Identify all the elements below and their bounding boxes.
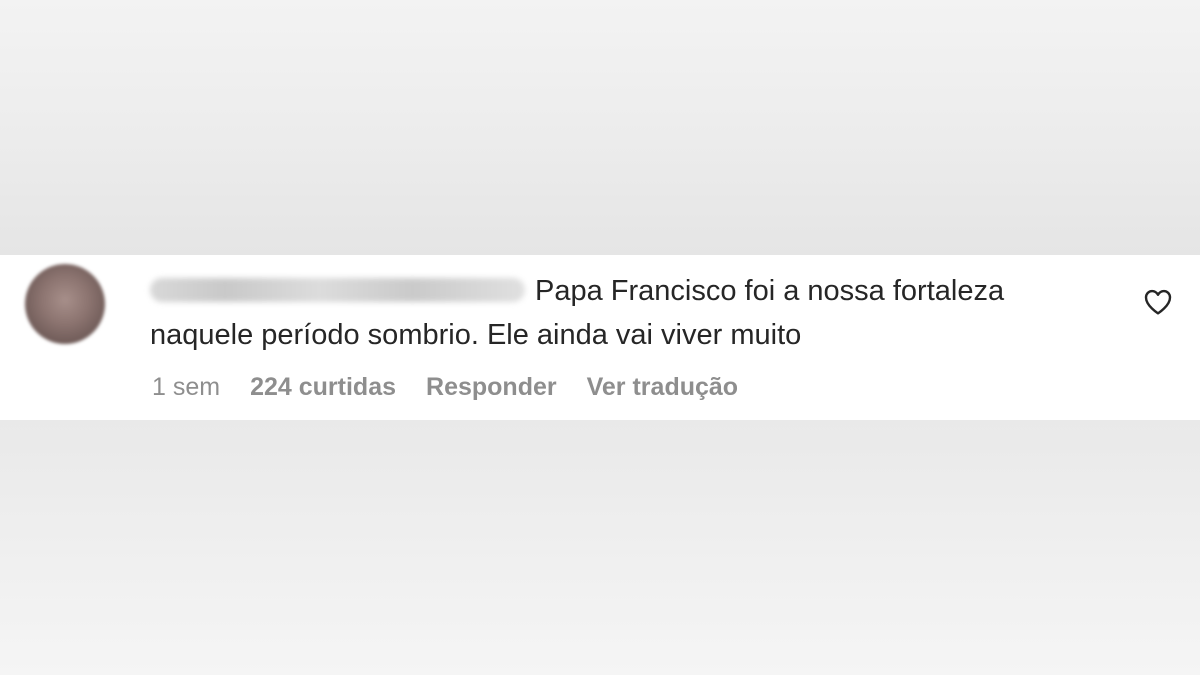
background-top xyxy=(0,0,1200,255)
like-button[interactable] xyxy=(1141,286,1175,318)
username-redacted[interactable] xyxy=(150,278,525,302)
comment-body: Papa Francisco foi a nossa fortaleza naq… xyxy=(150,269,1110,357)
like-count[interactable]: 224 curtidas xyxy=(250,373,396,402)
translate-button[interactable]: Ver tradução xyxy=(587,373,738,402)
comment: Papa Francisco foi a nossa fortaleza naq… xyxy=(0,255,1200,420)
reply-button[interactable]: Responder xyxy=(426,373,557,402)
background-bottom xyxy=(0,420,1200,675)
comment-meta: 1 sem 224 curtidas Responder Ver traduçã… xyxy=(152,373,768,402)
heart-icon xyxy=(1144,289,1172,315)
comment-time[interactable]: 1 sem xyxy=(152,373,220,402)
avatar[interactable] xyxy=(25,264,105,344)
